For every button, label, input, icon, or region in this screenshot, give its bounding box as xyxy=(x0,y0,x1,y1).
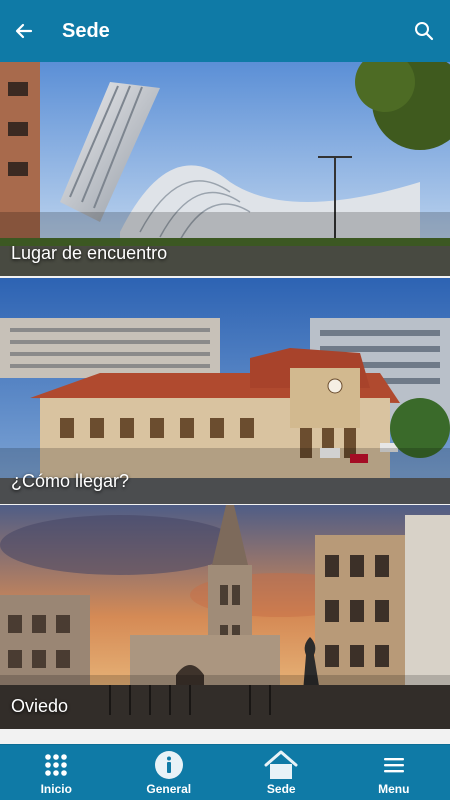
home-icon xyxy=(264,750,298,779)
card-label: Lugar de encuentro xyxy=(11,243,168,263)
nav-label: Menu xyxy=(378,782,410,796)
arrow-left-icon xyxy=(15,23,33,39)
content-list: Lugar de encuentro ¿Cómo llegar? Oviedo xyxy=(0,62,450,744)
page-title: Sede xyxy=(62,19,110,42)
card-como-llegar[interactable]: ¿Cómo llegar? xyxy=(0,278,450,504)
card-lugar-de-encuentro[interactable]: Lugar de encuentro xyxy=(0,62,450,276)
grid-icon xyxy=(45,754,68,776)
card-label: Oviedo xyxy=(11,696,69,716)
back-button[interactable] xyxy=(2,0,46,62)
bottom-navigation: Inicio General Sede Menu xyxy=(0,744,450,800)
search-button[interactable] xyxy=(406,13,442,49)
nav-label: General xyxy=(146,782,192,796)
nav-item-menu[interactable]: Menu xyxy=(338,745,450,800)
app-bar: Sede xyxy=(0,0,450,62)
nav-item-sede[interactable]: Sede xyxy=(225,745,338,800)
info-icon xyxy=(154,751,183,779)
nav-label: Sede xyxy=(266,782,296,796)
nav-item-general[interactable]: General xyxy=(113,745,226,800)
card-oviedo[interactable]: Oviedo xyxy=(0,505,450,729)
nav-label: Inicio xyxy=(40,782,72,796)
card-label: ¿Cómo llegar? xyxy=(11,471,130,491)
hamburger-icon xyxy=(383,758,404,773)
search-icon xyxy=(415,22,434,41)
nav-item-inicio[interactable]: Inicio xyxy=(0,745,113,800)
